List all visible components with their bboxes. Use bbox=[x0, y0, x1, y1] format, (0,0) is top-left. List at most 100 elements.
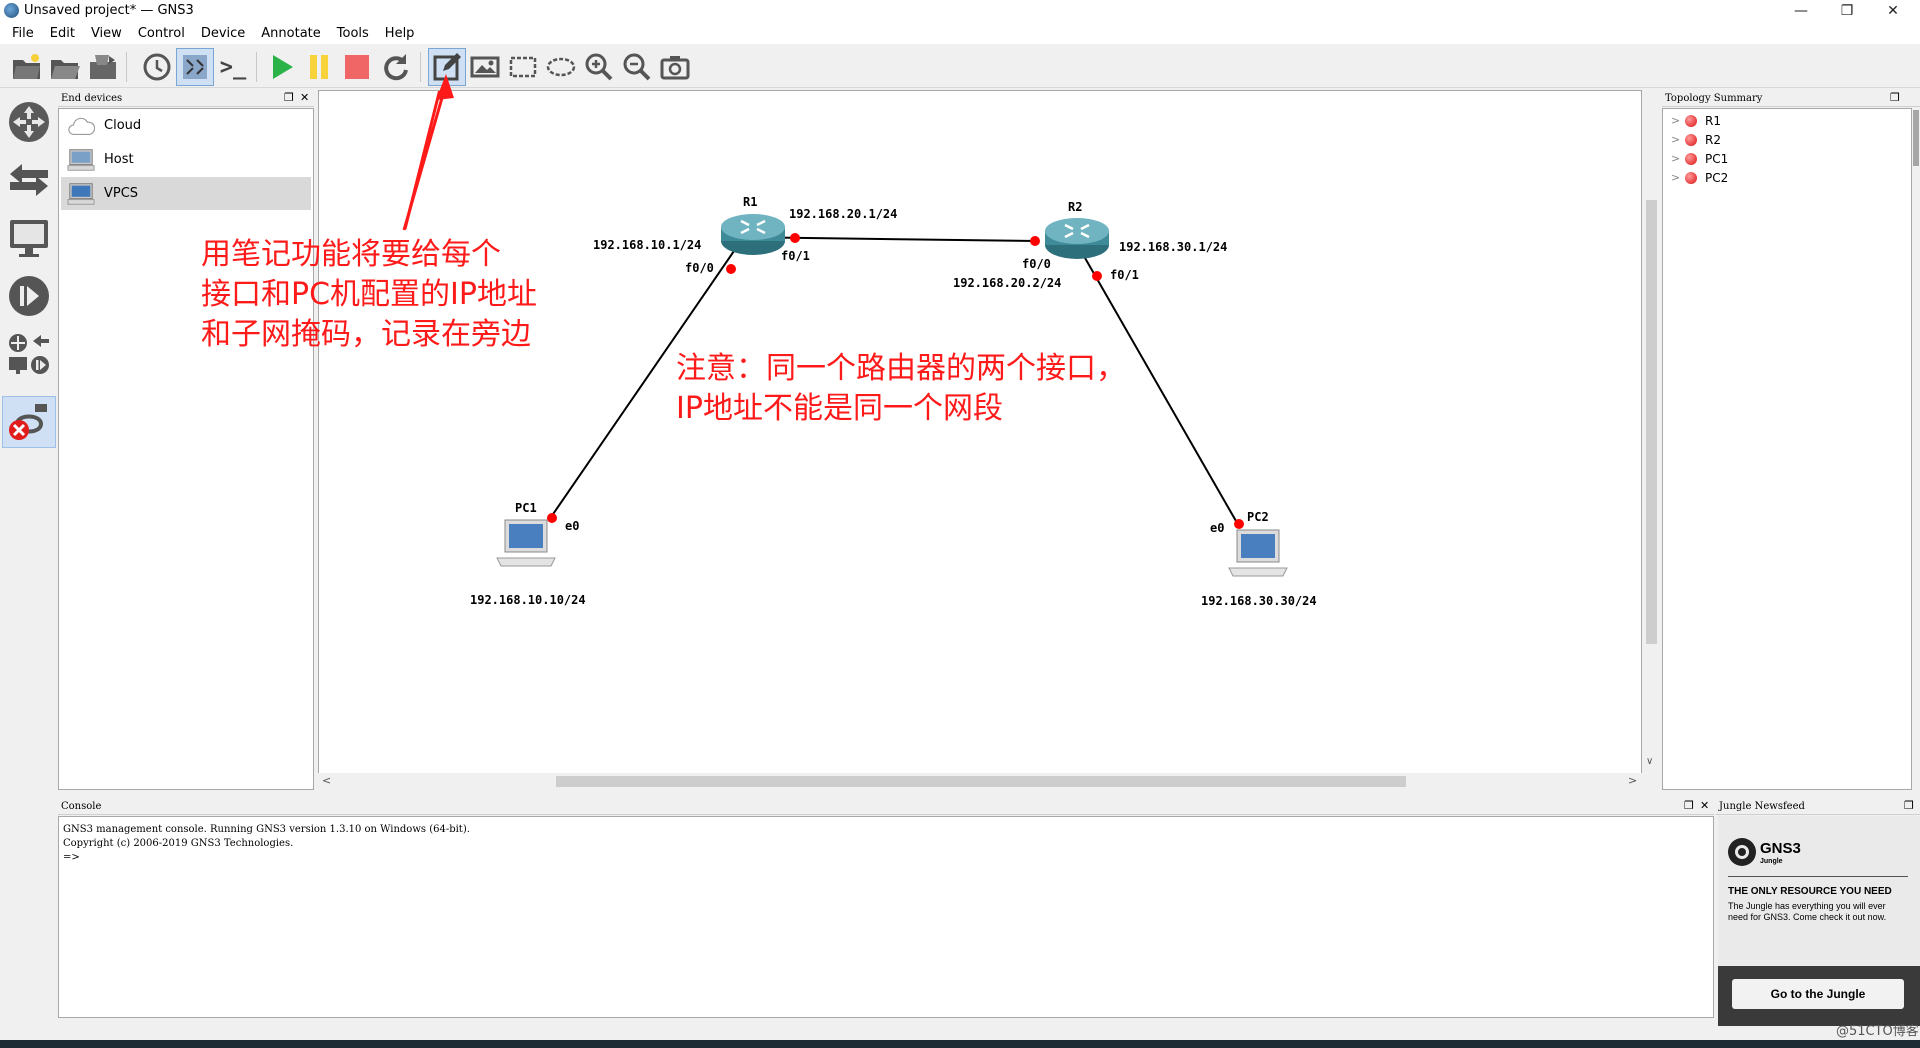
window-title: Unsaved project* — GNS3 bbox=[24, 3, 194, 18]
new-project-icon[interactable] bbox=[8, 48, 46, 86]
title-bar: Unsaved project* — GNS3 — ❐ ✕ bbox=[0, 0, 1920, 22]
chevron-right-icon[interactable]: > bbox=[1671, 171, 1685, 184]
status-stopped-icon bbox=[1685, 114, 1697, 127]
zoom-in-icon[interactable] bbox=[580, 48, 618, 86]
device-label: Cloud bbox=[104, 118, 142, 133]
close-dock-icon[interactable]: ✕ bbox=[1700, 799, 1709, 813]
add-link-icon[interactable] bbox=[2, 396, 56, 448]
device-type-bar bbox=[0, 90, 58, 790]
jungle-card: GNS3 Jungle THE ONLY RESOURCE YOU NEED T… bbox=[1718, 816, 1920, 1026]
device-label: VPCS bbox=[104, 186, 139, 201]
annotation-line: 用笔记功能将要给每个 bbox=[201, 237, 501, 272]
topology-scrollbar[interactable] bbox=[1912, 108, 1920, 790]
all-devices-icon[interactable] bbox=[2, 328, 56, 380]
close-dock-icon[interactable]: ✕ bbox=[300, 91, 309, 105]
topology-node-pc2[interactable]: > PC2 bbox=[1671, 168, 1728, 187]
topology-node-r1[interactable]: > R1 bbox=[1671, 111, 1721, 130]
annotation-line: 注意：同一个路由器的两个接口， bbox=[676, 351, 1126, 386]
chevron-right-icon[interactable]: > bbox=[1671, 152, 1685, 165]
restore-button[interactable]: ❐ bbox=[1824, 0, 1870, 22]
stop-all-icon[interactable] bbox=[338, 48, 376, 86]
end-devices-panel: End devices ❐ ✕ Cloud Host VPCS bbox=[58, 90, 314, 790]
draw-rectangle-icon[interactable] bbox=[504, 48, 542, 86]
annotation-line: 接口和PC机配置的IP地址 bbox=[201, 277, 537, 312]
canvas-vertical-scrollbar[interactable]: ∨ bbox=[1642, 90, 1660, 790]
arrow-to-note-tool-icon bbox=[402, 74, 454, 231]
jungle-newsfeed-title: Jungle Newsfeed bbox=[1716, 798, 1920, 815]
security-devices-icon[interactable] bbox=[2, 270, 56, 322]
chevron-left-icon[interactable]: < bbox=[322, 774, 331, 787]
topology-node-pc1[interactable]: > PC1 bbox=[1671, 149, 1728, 168]
topology-node-r2[interactable]: > R2 bbox=[1671, 130, 1721, 149]
annotation-note-2[interactable]: 注意：同一个路由器的两个接口， IP地址不能是同一个网段 bbox=[676, 349, 1126, 429]
go-to-jungle-button[interactable]: Go to the Jungle bbox=[1732, 979, 1904, 1009]
zoom-out-icon[interactable] bbox=[618, 48, 656, 86]
watermark: @51CTO博客 bbox=[1836, 1024, 1919, 1039]
jungle-newsfeed-panel: Jungle Newsfeed ❐ GNS3 Jungle THE ONLY R… bbox=[1716, 798, 1920, 1026]
vertical-scroll-thumb[interactable] bbox=[1646, 200, 1657, 644]
device-item-host[interactable]: Host bbox=[61, 143, 311, 176]
open-project-icon[interactable] bbox=[46, 48, 84, 86]
suspend-all-icon[interactable] bbox=[300, 48, 338, 86]
console-line: GNS3 management console. Running GNS3 ve… bbox=[63, 824, 470, 835]
menu-bar: File Edit View Control Device Annotate T… bbox=[0, 22, 1920, 44]
console-prompt: => bbox=[63, 852, 80, 863]
menu-annotate[interactable]: Annotate bbox=[253, 26, 328, 41]
draw-ellipse-icon[interactable] bbox=[542, 48, 580, 86]
console-output[interactable]: GNS3 management console. Running GNS3 ve… bbox=[58, 816, 1714, 1018]
snapshot-clock-icon[interactable] bbox=[138, 48, 176, 86]
float-dock-icon[interactable]: ❐ bbox=[284, 91, 294, 105]
switches-icon[interactable] bbox=[2, 154, 56, 206]
device-item-cloud[interactable]: Cloud bbox=[61, 109, 311, 142]
menu-help[interactable]: Help bbox=[377, 26, 423, 41]
console-icon-label: >_ bbox=[219, 54, 247, 80]
annotation-line: 和子网掩码，记录在旁边 bbox=[201, 317, 531, 352]
save-project-icon[interactable] bbox=[84, 48, 122, 86]
menu-edit[interactable]: Edit bbox=[42, 26, 83, 41]
minimize-button[interactable]: — bbox=[1778, 0, 1824, 22]
device-item-vpcs[interactable]: VPCS bbox=[61, 177, 311, 210]
gns3-app-icon bbox=[4, 3, 19, 18]
insert-image-icon[interactable] bbox=[466, 48, 504, 86]
topology-node-label: PC2 bbox=[1705, 170, 1729, 185]
show-interface-labels-icon[interactable] bbox=[176, 48, 214, 86]
screenshot-icon[interactable] bbox=[656, 48, 694, 86]
float-dock-icon[interactable]: ❐ bbox=[1890, 91, 1900, 105]
chevron-right-icon[interactable]: > bbox=[1671, 114, 1685, 127]
host-icon bbox=[67, 146, 95, 174]
chevron-down-icon[interactable]: ∨ bbox=[1646, 756, 1653, 767]
annotation-line: IP地址不能是同一个网段 bbox=[676, 391, 1003, 426]
cloud-icon bbox=[67, 112, 95, 140]
console-title: Console bbox=[58, 798, 1714, 815]
jungle-body: The Jungle has everything you will ever … bbox=[1728, 901, 1887, 922]
topology-canvas[interactable]: R1 R2 PC1 PC2 192.168.10.1/24 192.168.20… bbox=[201, 90, 1642, 790]
end-devices-icon[interactable] bbox=[2, 212, 56, 264]
horizontal-scroll-thumb[interactable] bbox=[556, 776, 1406, 787]
annotation-arrow bbox=[403, 91, 442, 230]
topology-summary-title: Topology Summary bbox=[1662, 90, 1920, 107]
float-dock-icon[interactable]: ❐ bbox=[1904, 799, 1914, 813]
menu-control[interactable]: Control bbox=[130, 26, 193, 41]
jungle-logo-text: GNS3 bbox=[1760, 840, 1801, 857]
menu-device[interactable]: Device bbox=[193, 26, 253, 41]
console-icon[interactable]: >_ bbox=[214, 48, 252, 86]
status-stopped-icon bbox=[1685, 171, 1697, 184]
menu-file[interactable]: File bbox=[4, 26, 42, 41]
jungle-logo-sub: Jungle bbox=[1760, 858, 1783, 865]
topology-summary-panel: Topology Summary ❐ > R1 > R2 > PC1 > PC2 bbox=[1662, 90, 1920, 790]
status-stopped-icon bbox=[1685, 152, 1697, 165]
float-dock-icon[interactable]: ❐ bbox=[1684, 799, 1694, 813]
close-button[interactable]: ✕ bbox=[1870, 0, 1916, 22]
topology-scroll-thumb[interactable] bbox=[1913, 110, 1919, 166]
console-line: Copyright (c) 2006-2019 GNS3 Technologie… bbox=[63, 838, 294, 849]
status-stopped-icon bbox=[1685, 133, 1697, 146]
menu-view[interactable]: View bbox=[83, 26, 130, 41]
canvas-horizontal-scrollbar[interactable]: < > bbox=[318, 773, 1642, 790]
taskbar bbox=[0, 1040, 1920, 1048]
chevron-right-icon[interactable]: > bbox=[1628, 774, 1637, 787]
routers-icon[interactable] bbox=[2, 96, 56, 148]
menu-tools[interactable]: Tools bbox=[329, 26, 377, 41]
chevron-right-icon[interactable]: > bbox=[1671, 133, 1685, 146]
annotation-note-1[interactable]: 用笔记功能将要给每个 接口和PC机配置的IP地址 和子网掩码，记录在旁边 bbox=[201, 235, 537, 355]
start-all-icon[interactable] bbox=[262, 48, 300, 86]
